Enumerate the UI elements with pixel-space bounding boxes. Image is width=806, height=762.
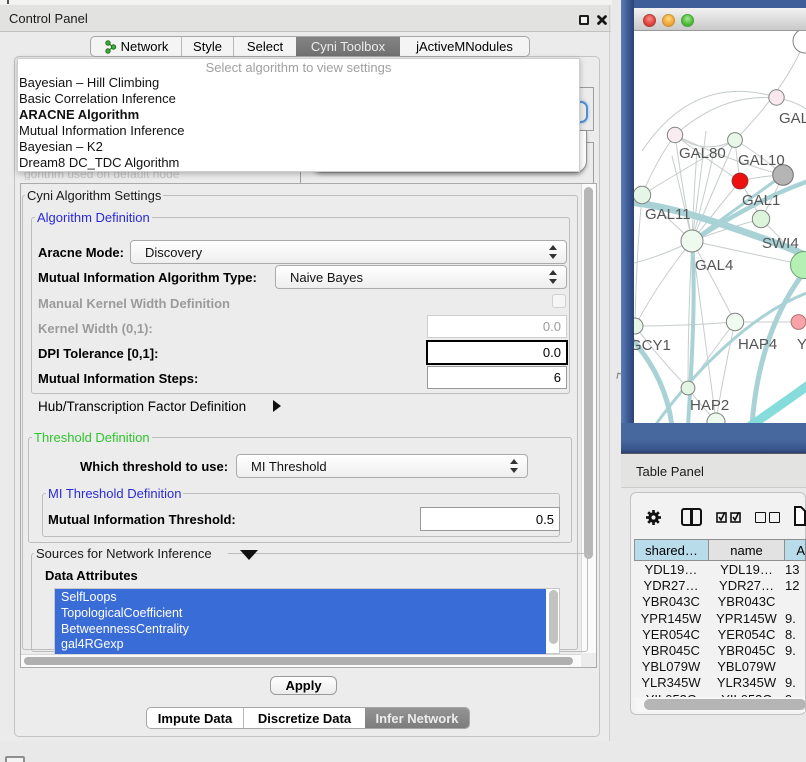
svg-text:HAP4: HAP4: [738, 336, 777, 353]
svg-text:GAL80: GAL80: [679, 145, 726, 162]
svg-text:GAL1: GAL1: [742, 192, 780, 209]
svg-text:SWI4: SWI4: [762, 235, 799, 252]
svg-text:GAL10: GAL10: [738, 152, 785, 169]
svg-text:GAL11: GAL11: [645, 206, 691, 223]
svg-text:YM: YM: [797, 336, 806, 353]
svg-text:HAP2: HAP2: [690, 397, 729, 414]
svg-text:GAL7: GAL7: [779, 110, 806, 127]
svg-text:GCY1: GCY1: [634, 337, 671, 354]
svg-text:GAL4: GAL4: [695, 257, 733, 274]
